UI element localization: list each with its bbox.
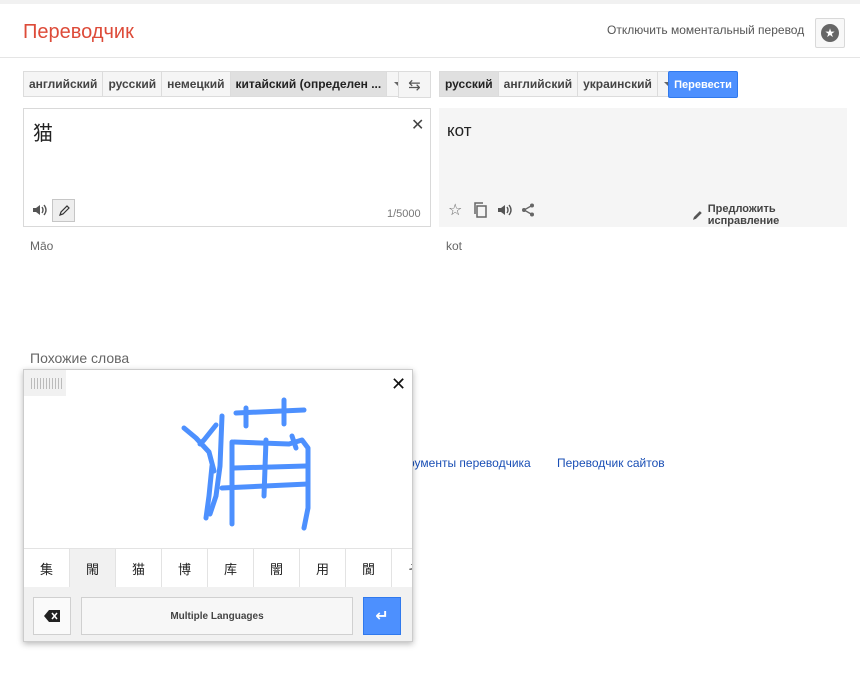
pencil-icon <box>692 211 702 220</box>
translation-area: кот ☆ Предложить исправление <box>439 108 847 227</box>
candidate-item[interactable]: そ <box>392 549 412 587</box>
candidate-item[interactable]: 集 <box>24 549 70 587</box>
target-lang-russian[interactable]: русский <box>439 71 499 97</box>
candidate-item[interactable]: 用 <box>300 549 346 587</box>
copy-icon[interactable] <box>473 202 487 223</box>
related-words-title: Похожие слова <box>30 350 130 366</box>
pencil-icon <box>58 204 70 216</box>
target-language-bar: русский английский украинский <box>439 71 680 97</box>
target-transliteration: kot <box>446 239 463 253</box>
swap-languages-button[interactable]: ⇆ <box>398 71 431 98</box>
source-lang-russian[interactable]: русский <box>103 71 163 97</box>
website-translator-link[interactable]: Переводчик сайтов <box>557 456 665 470</box>
translator-tools-link[interactable]: рументы переводчика <box>408 456 531 470</box>
close-icon[interactable]: ✕ <box>391 374 406 395</box>
drag-handle[interactable] <box>24 370 66 396</box>
handwriting-language-button[interactable]: Multiple Languages <box>81 597 353 635</box>
source-lang-detected-chinese[interactable]: китайский (определен ... <box>230 71 388 97</box>
phrasebook-button[interactable]: ★ <box>815 18 845 48</box>
header: Переводчик Отключить моментальный перево… <box>0 4 860 58</box>
translate-button[interactable]: Перевести <box>668 71 738 98</box>
source-text[interactable]: 猫 <box>33 117 53 146</box>
suggest-edit-link[interactable]: Предложить исправление <box>692 203 847 227</box>
target-lang-english[interactable]: английский <box>498 71 579 97</box>
instant-translation-toggle[interactable]: Отключить моментальный перевод <box>607 23 804 37</box>
share-icon[interactable] <box>521 203 535 222</box>
app-title[interactable]: Переводчик <box>23 21 134 44</box>
translation-text: кот <box>447 121 472 140</box>
candidate-strip: 集 閙 猫 博 库 闇 用 閬 そ <box>24 548 412 588</box>
handwriting-pencil-button[interactable] <box>52 199 75 222</box>
swap-icon: ⇆ <box>408 76 421 94</box>
handwriting-canvas[interactable] <box>24 396 413 548</box>
backspace-icon <box>44 610 60 622</box>
speaker-icon[interactable] <box>497 203 513 222</box>
suggest-edit-label: Предложить исправление <box>707 203 780 227</box>
clear-icon[interactable]: ✕ <box>411 115 424 135</box>
source-language-bar: английский русский немецкий китайский (о… <box>23 71 410 97</box>
source-lang-german[interactable]: немецкий <box>162 71 231 97</box>
ink-strokes <box>181 397 311 531</box>
enter-button[interactable]: ↵ <box>363 597 401 635</box>
candidate-item[interactable]: 闇 <box>254 549 300 587</box>
candidate-item[interactable]: 博 <box>162 549 208 587</box>
enter-icon: ↵ <box>375 608 389 625</box>
candidate-item[interactable]: 閬 <box>346 549 392 587</box>
source-transliteration: Māo <box>30 239 54 253</box>
star-icon: ★ <box>821 24 839 42</box>
grip-icon <box>31 378 63 389</box>
handwriting-footer: Multiple Languages ↵ <box>24 587 412 641</box>
candidate-item[interactable]: 猫 <box>116 549 162 587</box>
backspace-button[interactable] <box>33 597 71 635</box>
source-lang-english[interactable]: английский <box>23 71 104 97</box>
candidate-item[interactable]: 閙 <box>70 549 116 587</box>
character-counter: 1/5000 <box>387 208 421 220</box>
speaker-icon[interactable] <box>32 203 48 220</box>
star-outline-icon[interactable]: ☆ <box>448 200 462 220</box>
source-text-area[interactable]: 猫 ✕ 1/5000 <box>23 108 431 227</box>
target-lang-ukrainian[interactable]: украинский <box>578 71 658 97</box>
candidate-item[interactable]: 库 <box>208 549 254 587</box>
handwriting-input-panel: ✕ 集 閙 猫 博 库 闇 用 閬 そ <box>23 369 413 642</box>
